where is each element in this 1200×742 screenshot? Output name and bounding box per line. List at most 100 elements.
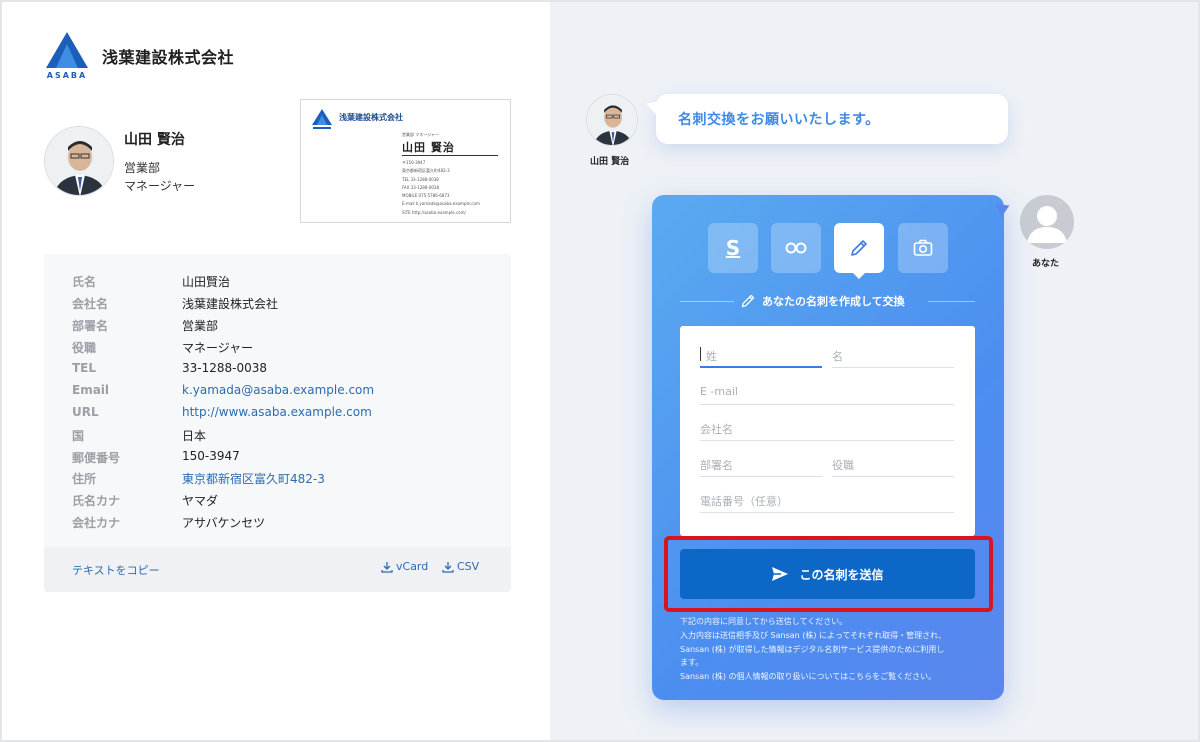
info-value: アサバケンセツ xyxy=(182,516,266,530)
csv-download[interactable]: CSV xyxy=(442,560,479,573)
card-line: TEL 33-1288-0038 xyxy=(402,176,439,182)
company-logo: ASABA xyxy=(42,30,92,80)
vcard-label: vCard xyxy=(396,560,429,573)
info-footer: テキストをコピー vCard CSV xyxy=(44,547,511,592)
department-field[interactable]: 部署名 xyxy=(700,455,822,477)
info-value: 山田賢治 xyxy=(182,275,231,289)
card-logo-icon xyxy=(312,109,332,129)
send-button-highlight: この名刺を送信 xyxy=(664,536,993,612)
section-title: あなたの名刺を作成して交換 xyxy=(740,293,905,309)
info-label: 会社名 xyxy=(72,297,109,311)
download-icon xyxy=(442,561,454,573)
url-link[interactable]: http://www.asaba.example.com xyxy=(182,405,502,419)
divider xyxy=(928,301,975,302)
card-line: E-mail k.yamada@asaba.example.com xyxy=(402,201,480,207)
exchange-form-panel: S あなたの名刺を作成して交換 姓 名 E -mail 会社名 部署名 役職 電… xyxy=(652,195,1013,700)
company-placeholder: 会社名 xyxy=(700,423,733,436)
email-link[interactable]: k.yamada@asaba.example.com xyxy=(182,383,502,397)
phone-placeholder: 電話番号（任意） xyxy=(700,495,788,508)
info-value: ヤマダ xyxy=(182,494,219,508)
info-value: 日本 xyxy=(182,429,207,443)
card-line: 〒150-3947 xyxy=(402,160,426,165)
link-icon xyxy=(785,242,807,254)
avatar xyxy=(44,126,114,196)
info-value: 33-1288-0038 xyxy=(182,361,268,375)
panel-tail xyxy=(995,199,1013,217)
info-value: 浅葉建設株式会社 xyxy=(182,297,279,311)
info-label: 役職 xyxy=(72,341,97,355)
card-form: 姓 名 E -mail 会社名 部署名 役職 電話番号（任意） xyxy=(680,326,975,536)
business-card-image[interactable]: 浅葉建設株式会社 営業部 マネージャー 山田 賢治 〒150-3947 東京都新… xyxy=(300,99,511,223)
first-name-field[interactable]: 名 xyxy=(832,346,954,368)
tab-sansan[interactable]: S xyxy=(708,223,758,273)
pencil-icon xyxy=(741,294,755,308)
card-contact-lines: 〒150-3947 東京都新宿区富久町482-3 TEL 33-1288-003… xyxy=(402,159,506,217)
send-icon xyxy=(772,567,789,581)
phone-field[interactable]: 電話番号（任意） xyxy=(700,491,954,513)
department-placeholder: 部署名 xyxy=(700,459,733,472)
first-name-placeholder: 名 xyxy=(832,350,843,363)
download-icon xyxy=(381,561,393,573)
divider xyxy=(680,301,734,302)
info-value: マネージャー xyxy=(182,341,254,355)
info-label: 住所 xyxy=(72,472,97,486)
csv-label: CSV xyxy=(457,560,480,573)
exchange-pane: 山田 賢治 名刺交換をお願いいたします。 あなた S あなたの名刺を作成して交換… xyxy=(550,2,1198,740)
info-label: 部署名 xyxy=(72,319,109,333)
message-bubble: 名刺交換をお願いいたします。 xyxy=(643,94,1008,144)
terms-line: Sansan (株) が取得した情報はデジタル名刺サービス提供のために利用し xyxy=(680,644,945,654)
text-caret xyxy=(700,347,701,361)
sansan-icon: S xyxy=(725,236,741,260)
terms-line: 下記の内容に同意してから送信してください。 xyxy=(680,617,848,626)
tab-link[interactable] xyxy=(771,223,821,273)
card-line: MOBILE 075-5786-6873 xyxy=(402,193,450,199)
info-label: 郵便番号 xyxy=(72,451,121,465)
company-name: 浅葉建設株式会社 xyxy=(102,48,235,67)
info-label: TEL xyxy=(72,361,97,375)
camera-icon xyxy=(913,239,933,256)
terms-line[interactable]: Sansan (株) の個人情報の取り扱いについてはこちらをご覧ください。 xyxy=(680,670,980,684)
title-placeholder: 役職 xyxy=(832,459,854,472)
info-label: 氏名カナ xyxy=(72,494,121,508)
info-value: 150-3947 xyxy=(182,449,240,463)
title-field[interactable]: 役職 xyxy=(832,455,954,477)
info-label: Email xyxy=(72,383,110,397)
tab-pointer xyxy=(852,272,866,279)
email-placeholder: E -mail xyxy=(700,385,738,398)
you-label: あなた xyxy=(1032,259,1060,269)
card-company: 浅葉建設株式会社 xyxy=(339,113,403,122)
info-label: 会社カナ xyxy=(72,516,121,530)
address-link[interactable]: 東京都新宿区富久町482-3 xyxy=(182,470,502,487)
bubble-text: 名刺交換をお願いいたします。 xyxy=(678,112,880,128)
you-avatar-icon xyxy=(1020,195,1074,249)
terms-line: ます。 xyxy=(680,658,704,668)
email-field[interactable]: E -mail xyxy=(700,383,954,405)
contact-info-table: 氏名 山田賢治 会社名 浅葉建設株式会社 部署名 営業部 役職 マネージャー T… xyxy=(44,254,511,592)
tab-create[interactable] xyxy=(834,223,884,279)
section-title-text: あなたの名刺を作成して交換 xyxy=(762,295,905,308)
card-name: 山田 賢治 xyxy=(402,141,455,154)
send-card-button[interactable]: この名刺を送信 xyxy=(680,549,975,599)
send-label: この名刺を送信 xyxy=(799,567,884,582)
copy-text-link[interactable]: テキストをコピー xyxy=(72,562,160,578)
terms-line: 入力内容は送信相手及び Sansan (株) によってそれぞれ取得・管理され、 xyxy=(680,630,947,640)
vcard-download[interactable]: vCard xyxy=(381,560,428,573)
info-value: 営業部 xyxy=(182,319,219,333)
info-label: 国 xyxy=(72,429,85,443)
tab-camera[interactable] xyxy=(898,223,948,273)
person-role: マネージャー xyxy=(124,179,196,193)
card-line: FAX 33-1288-0038 xyxy=(402,184,440,190)
person-name: 山田 賢治 xyxy=(124,132,185,148)
company-field[interactable]: 会社名 xyxy=(700,419,954,441)
info-label: 氏名 xyxy=(72,275,97,289)
card-line: 東京都新宿区富久町482-3 xyxy=(402,168,450,174)
last-name-field[interactable]: 姓 xyxy=(700,346,822,368)
card-title-line: 営業部 マネージャー xyxy=(402,132,439,137)
sender-name: 山田 賢治 xyxy=(590,157,630,167)
info-label: URL xyxy=(72,405,99,419)
last-name-placeholder: 姓 xyxy=(706,350,717,363)
card-detail-pane: ASABA 浅葉建設株式会社 山田 賢治 営業部 マネージャー 浅葉建設株式会社… xyxy=(2,2,550,740)
sender-avatar xyxy=(586,94,638,146)
person-department: 営業部 xyxy=(124,161,161,175)
terms-text: 下記の内容に同意してから送信してください。 入力内容は送信相手及び Sansan… xyxy=(680,615,980,684)
